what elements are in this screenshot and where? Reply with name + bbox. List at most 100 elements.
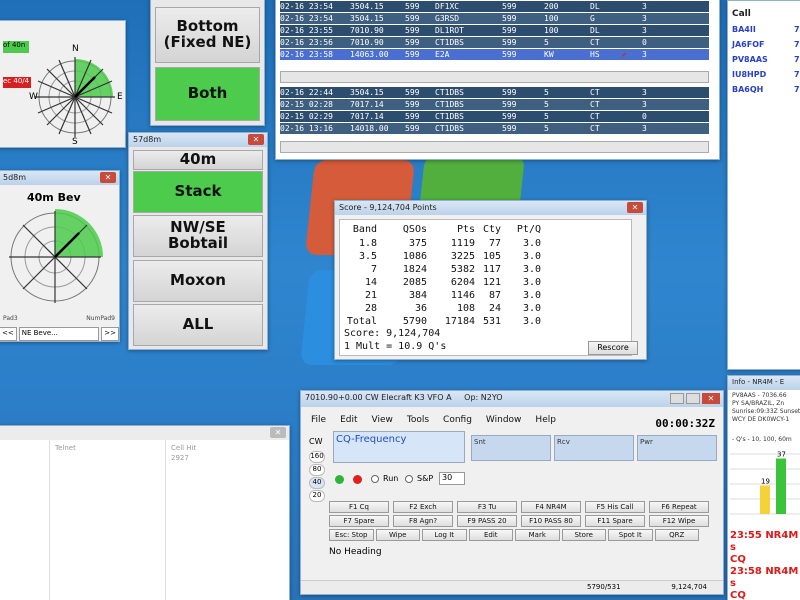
function-key[interactable]: Mark (515, 529, 560, 541)
menu-file[interactable]: File (311, 415, 326, 425)
check-partial-window: Call BA4II 70 JA6FOF 70 PV8AAS 70 IU8HPD 70 BA6Q… (727, 0, 800, 370)
stack-button[interactable]: Stack (133, 171, 263, 213)
pwr-field[interactable]: Pwr (637, 435, 717, 461)
call-entry[interactable]: IU8HPD (732, 70, 766, 79)
entry-title: 7010.90+0.00 CW Elecraft K3 VFO A (305, 393, 452, 402)
score-cell: 3.5 (358, 251, 377, 262)
log-cell: 3 (642, 100, 647, 109)
close-icon[interactable]: ✕ (270, 427, 286, 438)
log-cell: 100 (544, 26, 559, 35)
score-cell: 117 (482, 264, 501, 275)
rcv-field[interactable]: Rcv (554, 435, 634, 461)
function-key[interactable]: F6 Repeat (649, 501, 709, 513)
log-row[interactable]: 02-15 02:28 7017.14 599 CT1DBS 599 5 CT 3 (280, 99, 709, 110)
nav-next-button[interactable]: >> (101, 327, 119, 341)
log-scrollbar[interactable] (280, 71, 709, 83)
menu-edit[interactable]: Edit (340, 415, 357, 425)
score-cell: 5790 (402, 316, 427, 327)
log-row[interactable]: 02-16 23:56 7010.90 599 CT1DBS 599 5 CT 0 (280, 37, 709, 48)
function-key[interactable]: Esc: Stop (329, 529, 374, 541)
function-key[interactable]: QRZ (654, 529, 699, 541)
run-radio[interactable] (371, 475, 379, 483)
log-cell: CT1DBS (435, 100, 464, 109)
nav-prev-button[interactable]: << (0, 327, 17, 341)
function-key[interactable]: F3 Tu (457, 501, 517, 513)
cw-speed-input[interactable]: 30 (439, 472, 465, 485)
compass-e: E (117, 92, 123, 102)
both-button[interactable]: Both (155, 67, 260, 121)
score-cell: 7 (370, 264, 377, 275)
log-cell: 599 (405, 26, 420, 35)
call-entry[interactable]: BA4II (732, 25, 756, 34)
qs-bar (776, 458, 786, 514)
log-scrollbar-bottom[interactable] (280, 141, 709, 153)
score-row: 28 36 108 24 3.0 (340, 303, 631, 316)
score-row: 1.8 375 1119 77 3.0 (340, 238, 631, 251)
function-key[interactable]: F12 Wipe (649, 515, 709, 527)
log-row[interactable]: 02-16 13:16 14018.00 599 CT1DBS 599 5 CT 3 (280, 123, 709, 134)
status-score: 9,124,704 (671, 583, 707, 591)
sp-label: S&P (417, 474, 434, 483)
function-key[interactable]: F1 Cq (329, 501, 389, 513)
function-key[interactable]: F7 Spare (329, 515, 389, 527)
log-row[interactable]: 02-15 02:29 7017.14 599 CT1DBS 599 5 CT 0 (280, 111, 709, 122)
rescore-button[interactable]: Rescore (588, 341, 638, 355)
bottom-fixed-ne-button[interactable]: Bottom (Fixed NE) (155, 7, 260, 63)
function-key[interactable]: Store (561, 529, 606, 541)
log-row[interactable]: 02-16 23:58 14063.00 599 E2A 599 KW HS 3 ✔ (280, 49, 709, 60)
score-cell: 28 (364, 303, 377, 314)
function-key[interactable]: Edit (468, 529, 513, 541)
log-cell: 3504.15 (350, 2, 384, 11)
log-row[interactable]: 02-16 22:44 3504.15 599 CT1DBS 599 5 CT 3 (280, 87, 709, 98)
function-key[interactable]: F2 Exch (393, 501, 453, 513)
band-selector[interactable]: 40 (309, 477, 325, 489)
log-cell: 599 (405, 88, 420, 97)
score-cell: 24 (488, 303, 501, 314)
log-cell: DL (590, 2, 600, 11)
call-entry[interactable]: JA6FOF (732, 40, 764, 49)
menu-help[interactable]: Help (535, 415, 556, 425)
close-icon[interactable]: ✕ (248, 134, 264, 145)
menu-config[interactable]: Config (443, 415, 472, 425)
log-cell: 200 (544, 2, 559, 11)
score-cell: 1824 (402, 264, 427, 275)
entry-window: 7010.90+0.00 CW Elecraft K3 VFO A Op: N2… (300, 390, 724, 595)
close-icon[interactable]: ✕ (702, 393, 720, 404)
maximize-icon[interactable] (686, 393, 700, 404)
function-key[interactable]: F9 PASS 20 (457, 515, 517, 527)
menu-view[interactable]: View (372, 415, 393, 425)
function-key[interactable]: Log It (422, 529, 467, 541)
function-key[interactable]: F5 His Call (585, 501, 645, 513)
call-entry[interactable]: BA6QH (732, 85, 763, 94)
band-selector[interactable]: 80 (309, 464, 325, 476)
snt-field[interactable]: Snt (471, 435, 551, 461)
band-selector[interactable]: 160 (309, 451, 325, 463)
all-button[interactable]: ALL (133, 304, 263, 346)
call-entry[interactable]: PV8AAS (732, 55, 768, 64)
minimize-icon[interactable] (670, 393, 684, 404)
log-cell: 02-16 23:55 (280, 26, 333, 35)
qs-bar-label: 19 (761, 478, 770, 486)
menu-tools[interactable]: Tools (407, 415, 429, 425)
band-selector[interactable]: 20 (309, 490, 325, 502)
function-key[interactable]: F8 Agn? (393, 515, 453, 527)
menu-window[interactable]: Window (486, 415, 522, 425)
log-cell: DF1XC (435, 2, 460, 11)
qs-bar-label: 37 (777, 451, 786, 459)
function-key[interactable]: Spot It (608, 529, 653, 541)
function-key[interactable]: F10 PASS 80 (521, 515, 581, 527)
nw-se-bobtail-button[interactable]: NW/SE Bobtail (133, 215, 263, 257)
function-key[interactable]: F4 NR4M (521, 501, 581, 513)
moxon-button[interactable]: Moxon (133, 260, 263, 302)
log-row[interactable]: 02-16 23:55 7010.90 599 DL1ROT 599 100 DL 3 (280, 25, 709, 36)
sp-radio[interactable] (405, 475, 413, 483)
antenna-dropdown[interactable]: NE Beve... (18, 327, 100, 341)
function-key[interactable]: F11 Spare (585, 515, 645, 527)
log-row[interactable]: 02-16 23:54 3504.15 599 G3RSD 599 100 G 3 (280, 13, 709, 24)
close-icon[interactable]: ✕ (627, 202, 643, 213)
callsign-field[interactable]: CQ-Frequency (333, 431, 465, 463)
band-40m-button[interactable]: 40m (133, 150, 263, 170)
score-cell: 3225 (450, 251, 475, 262)
log-row[interactable]: 02-16 23:54 3504.15 599 DF1XC 599 200 DL 3 (280, 1, 709, 12)
function-key[interactable]: Wipe (375, 529, 420, 541)
